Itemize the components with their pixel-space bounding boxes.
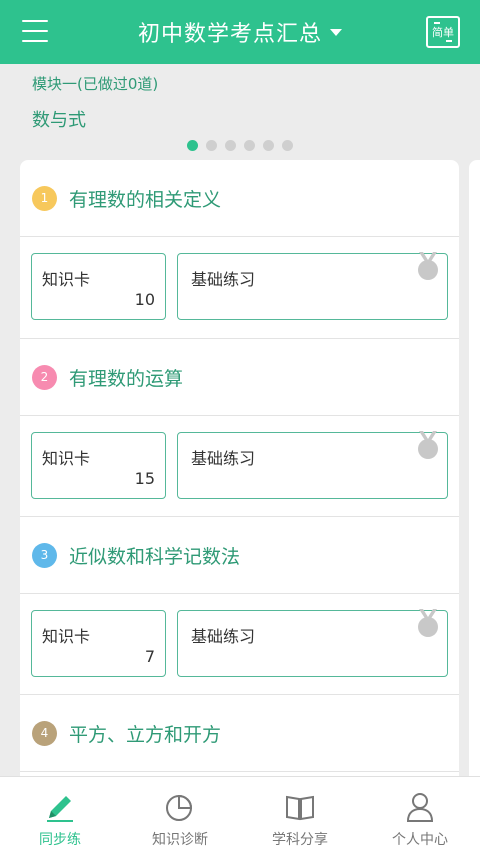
medal-icon	[418, 252, 438, 280]
topic-title: 有理数的相关定义	[69, 188, 222, 211]
next-module-card[interactable]	[469, 160, 480, 780]
simple-mode-button[interactable]: 简单	[426, 16, 460, 48]
pie-chart-icon	[166, 794, 193, 821]
topic-title: 平方、立方和开方	[69, 723, 222, 746]
caret-down-icon	[330, 28, 342, 36]
topic-item: 3 近似数和科学记数法 知识卡 7 基础练习	[20, 516, 459, 677]
topic-number-badge: 2	[32, 364, 57, 390]
topic-title: 近似数和科学记数法	[69, 545, 241, 568]
medal-icon	[418, 609, 438, 637]
knowledge-card-count: 15	[134, 469, 155, 488]
bottom-tab-bar: 同步练 知识诊断 学科分享 个人中心	[0, 776, 480, 854]
carousel-dot[interactable]	[225, 140, 236, 151]
knowledge-card-label: 知识卡	[42, 627, 91, 646]
carousel-dot[interactable]	[187, 140, 198, 151]
carousel-dot[interactable]	[282, 140, 293, 151]
topic-header[interactable]: 1 有理数的相关定义	[20, 160, 459, 237]
basic-practice-button[interactable]: 基础练习	[177, 252, 448, 320]
title-dropdown[interactable]: 初中数学考点汇总	[138, 16, 342, 48]
topic-number-badge: 4	[32, 720, 57, 746]
topic-number-badge: 3	[32, 542, 57, 568]
carousel-dots	[0, 140, 480, 151]
topic-item: 1 有理数的相关定义 知识卡 10 基础练习	[20, 160, 459, 320]
tab-label: 同步练	[39, 832, 81, 848]
topic-title: 有理数的运算	[69, 367, 184, 390]
basic-practice-label: 基础练习	[191, 627, 256, 646]
page-title: 初中数学考点汇总	[137, 22, 322, 47]
menu-icon[interactable]	[22, 20, 48, 44]
module-card: 1 有理数的相关定义 知识卡 10 基础练习 2 有理数的运算 知识卡 15 基…	[20, 160, 459, 780]
topic-header[interactable]: 4 平方、立方和开方	[20, 695, 459, 772]
medal-icon	[418, 431, 438, 459]
topic-header[interactable]: 2 有理数的运算	[20, 339, 459, 416]
tab-label: 个人中心	[392, 832, 448, 848]
topic-header[interactable]: 3 近似数和科学记数法	[20, 517, 459, 594]
knowledge-card-count: 7	[144, 647, 155, 666]
knowledge-card-button[interactable]: 知识卡 7	[31, 610, 166, 677]
basic-practice-button[interactable]: 基础练习	[177, 431, 448, 499]
tab-knowledge-diagnosis[interactable]: 知识诊断	[120, 777, 240, 854]
knowledge-card-count: 10	[134, 290, 155, 309]
topic-item: 4 平方、立方和开方	[20, 694, 459, 772]
basic-practice-label: 基础练习	[191, 270, 256, 289]
knowledge-card-label: 知识卡	[42, 270, 91, 289]
tab-subject-share[interactable]: 学科分享	[240, 777, 360, 854]
topic-number-badge: 1	[32, 185, 57, 211]
knowledge-card-button[interactable]: 知识卡 15	[31, 432, 166, 499]
carousel-dot[interactable]	[206, 140, 217, 151]
carousel-dot[interactable]	[263, 140, 274, 151]
tab-label: 知识诊断	[152, 832, 208, 848]
carousel-dot[interactable]	[244, 140, 255, 151]
pencil-icon	[47, 796, 73, 822]
tab-sync-practice[interactable]: 同步练	[0, 777, 120, 854]
tab-label: 学科分享	[272, 832, 328, 848]
user-icon	[406, 793, 434, 822]
module-name: 数与式	[32, 110, 86, 131]
knowledge-card-button[interactable]: 知识卡 10	[31, 253, 166, 320]
topic-item: 2 有理数的运算 知识卡 15 基础练习	[20, 338, 459, 499]
tab-personal-center[interactable]: 个人中心	[360, 777, 480, 854]
book-icon	[286, 795, 314, 821]
top-bar: 初中数学考点汇总 简单	[0, 0, 480, 64]
knowledge-card-label: 知识卡	[42, 449, 91, 468]
basic-practice-label: 基础练习	[191, 449, 256, 468]
simple-mode-label: 简单	[432, 26, 454, 39]
basic-practice-button[interactable]: 基础练习	[177, 609, 448, 677]
module-subtitle: 模块一(已做过0道)	[32, 75, 159, 93]
